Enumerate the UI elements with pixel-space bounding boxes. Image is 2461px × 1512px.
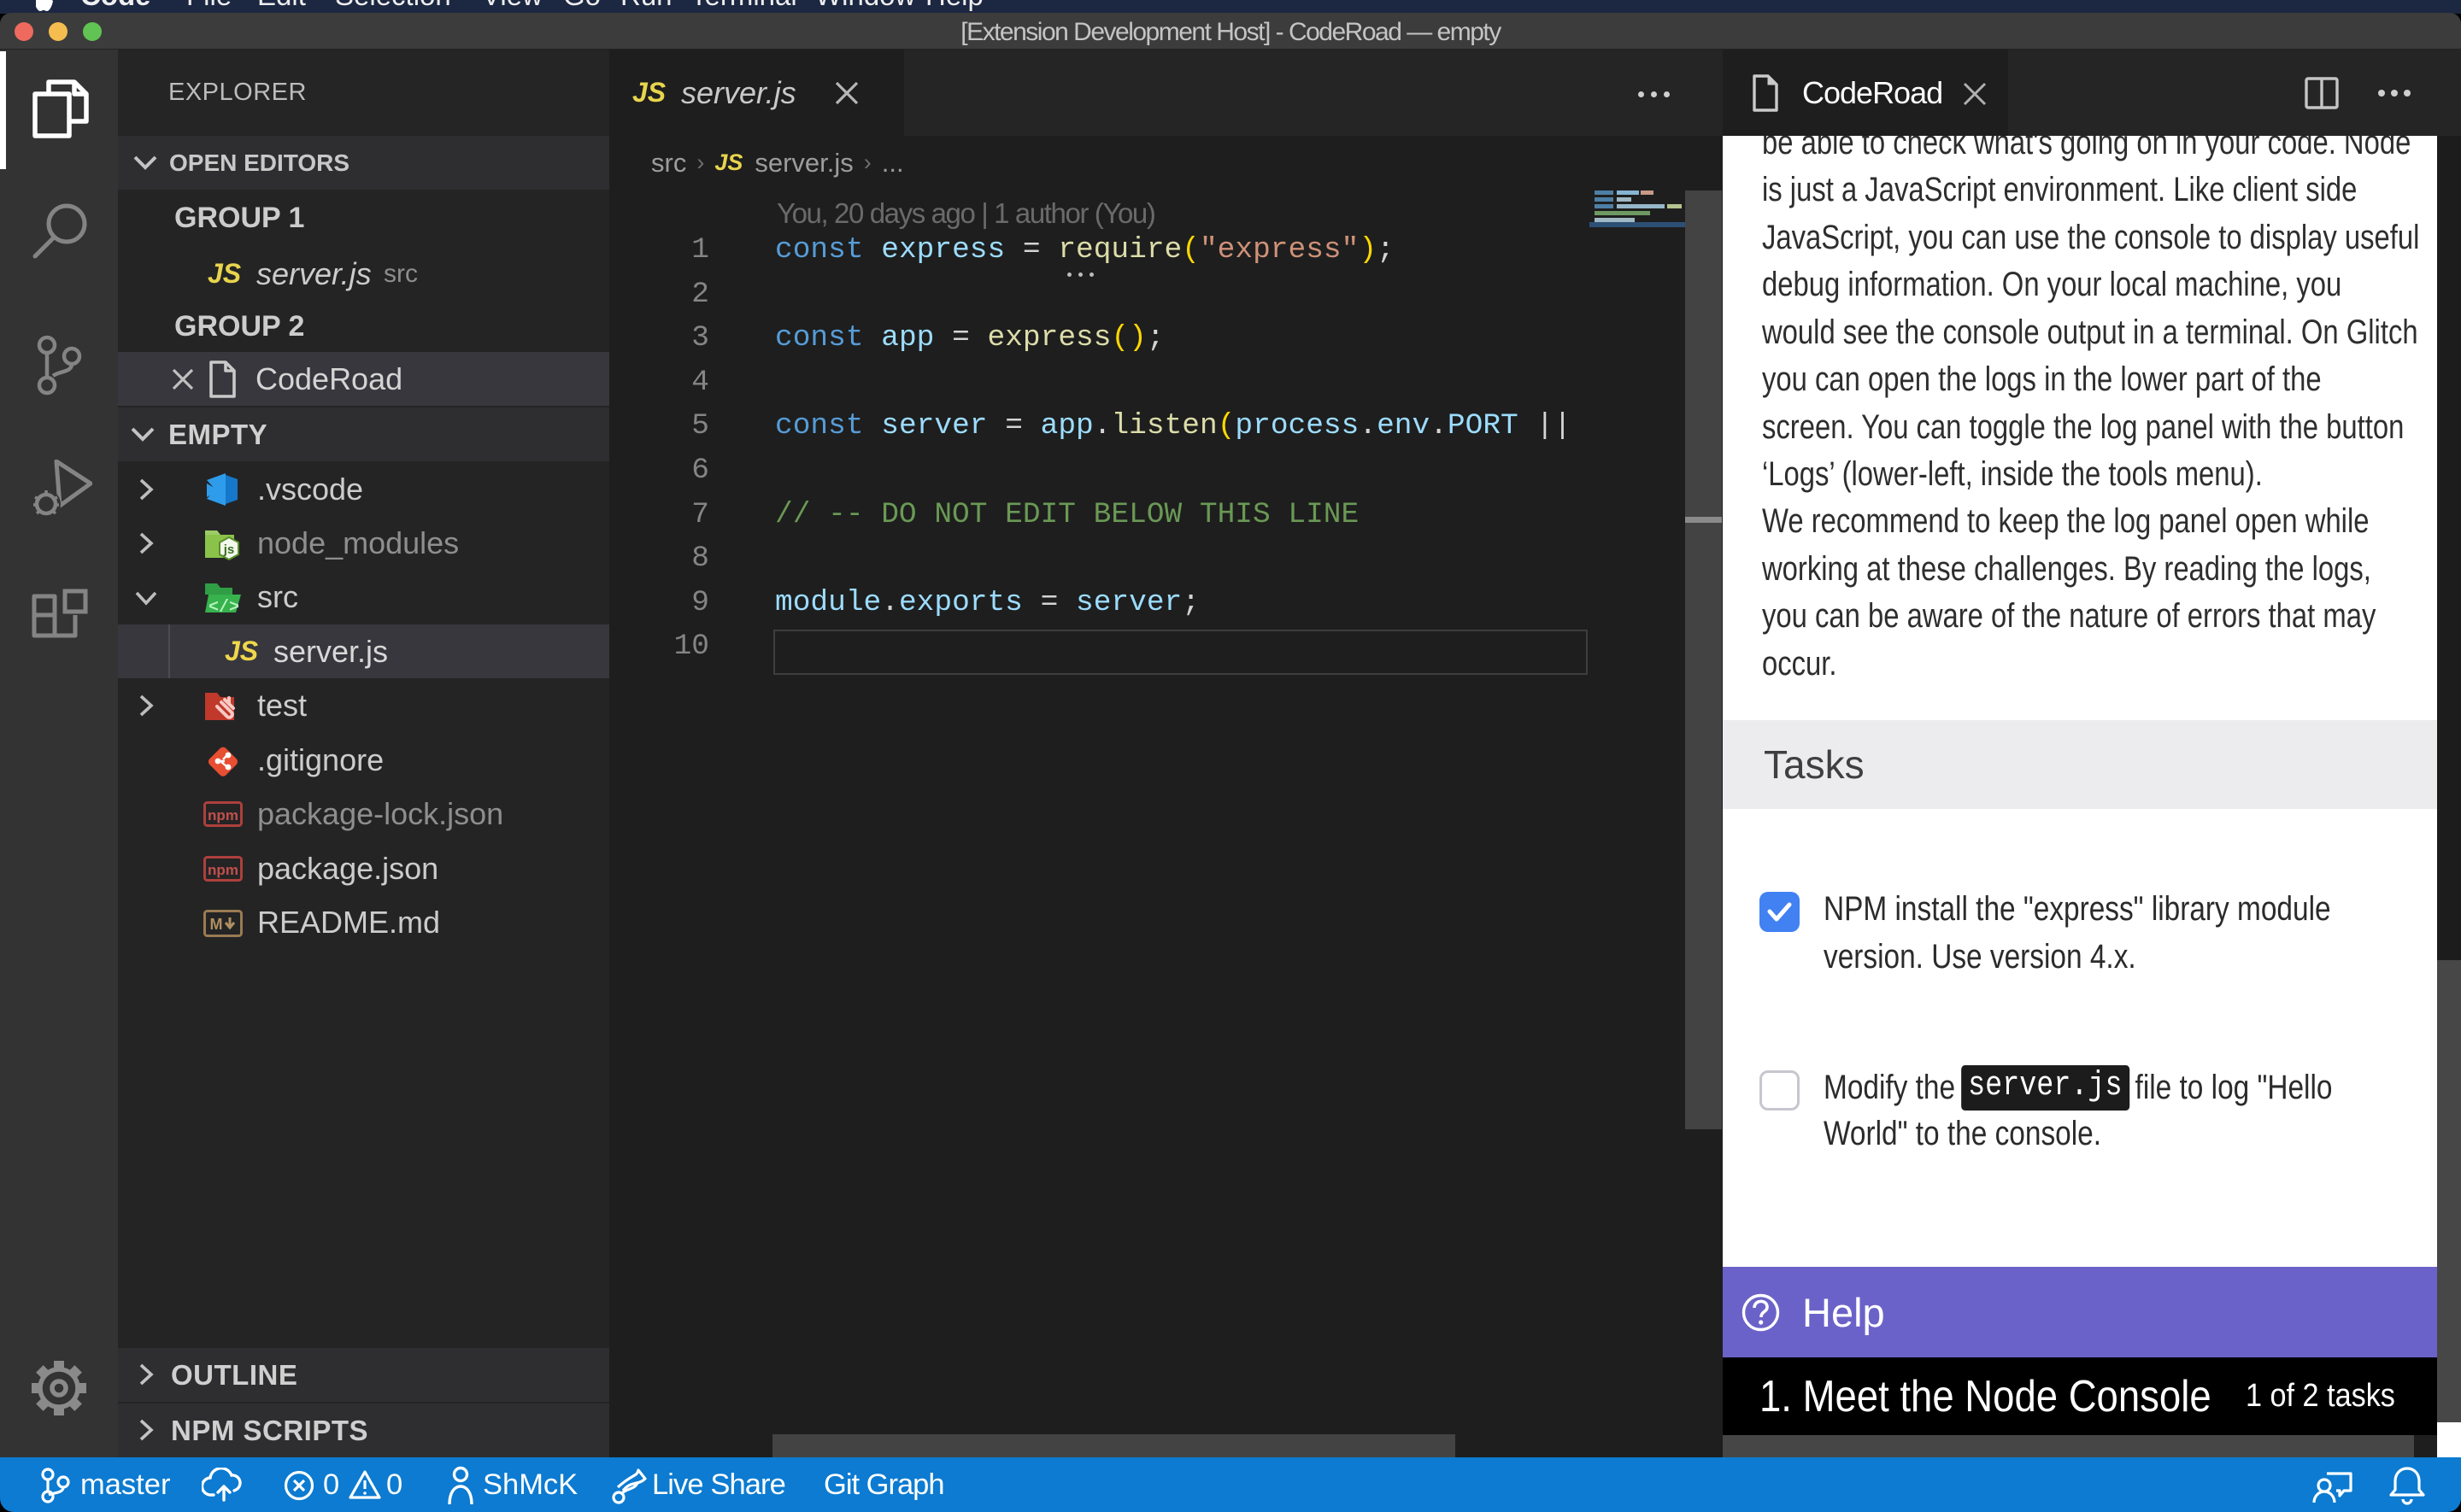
svg-text:js: js xyxy=(223,542,235,557)
svg-text:</>: </> xyxy=(209,598,239,617)
svg-text:M: M xyxy=(210,916,223,933)
svg-text:npm: npm xyxy=(208,807,238,823)
svg-text:npm: npm xyxy=(208,862,238,878)
